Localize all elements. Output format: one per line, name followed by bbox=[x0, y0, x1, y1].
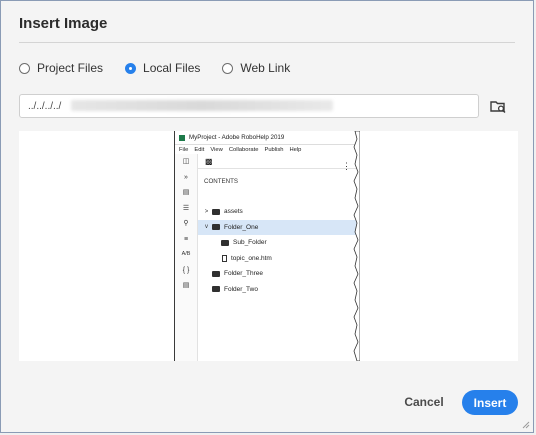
image-path-value: ../../../../ bbox=[28, 101, 62, 112]
tree-node: Folder_Two bbox=[198, 282, 360, 298]
preview-menu-file: File bbox=[179, 146, 189, 153]
app-icon bbox=[179, 134, 185, 141]
caret-right-icon: > bbox=[204, 208, 209, 215]
preview-toolbar: ▩ bbox=[198, 154, 360, 169]
radio-web-link-dot[interactable] bbox=[222, 62, 234, 74]
tree-node-label: Folder_Two bbox=[224, 285, 258, 293]
save-icon: ▩ bbox=[205, 156, 213, 166]
radio-local-files-dot[interactable] bbox=[125, 62, 137, 74]
preview-contents-header: CONTENTS bbox=[198, 169, 360, 185]
tree-node-label: Sub_Folder bbox=[233, 239, 267, 247]
folder-icon bbox=[221, 239, 229, 246]
preview-contents-label: CONTENTS bbox=[204, 178, 239, 185]
preview-main-pane: ▩ CONTENTS ⋮ > assets v Folder_One Sub_F… bbox=[198, 154, 360, 361]
ab-icon: A/B bbox=[181, 251, 191, 257]
radio-web-link-label: Web Link bbox=[240, 61, 291, 75]
folder-icon bbox=[212, 224, 220, 231]
toc-icon: ▤ bbox=[182, 189, 190, 196]
doc-icon: ▤ bbox=[182, 282, 190, 289]
folder-icon bbox=[212, 208, 220, 215]
caret-down-icon: v bbox=[205, 224, 208, 231]
preview-body: ◫ » ▤ ☰ ⚲ ≡ A/B { } ▤ ▩ CONTENTS ⋮ > ass… bbox=[175, 154, 360, 361]
source-radio-group: Project Files Local Files Web Link bbox=[19, 61, 312, 75]
browse-folder-icon[interactable] bbox=[490, 98, 506, 114]
radio-local-files-label: Local Files bbox=[143, 61, 201, 75]
tree-node-label: topic_one.htm bbox=[231, 254, 272, 262]
preview-menu-edit: Edit bbox=[194, 146, 205, 153]
insert-button[interactable]: Insert bbox=[462, 390, 518, 415]
double-chevron-icon: » bbox=[184, 173, 188, 181]
preview-window-title: MyProject - Adobe RoboHelp 2019 bbox=[175, 131, 360, 145]
preview-menu-bar: File Edit View Collaborate Publish Help bbox=[175, 145, 360, 154]
preview-menu-help: Help bbox=[289, 146, 302, 153]
preview-left-rail: ◫ » ▤ ☰ ⚲ ≡ A/B { } ▤ bbox=[175, 154, 198, 361]
folder-icon bbox=[212, 270, 220, 277]
radio-project-files-label: Project Files bbox=[37, 61, 104, 75]
preview-menu-publish: Publish bbox=[264, 146, 284, 153]
image-preview: MyProject - Adobe RoboHelp 2019 File Edi… bbox=[19, 131, 518, 361]
radio-project-files-dot[interactable] bbox=[19, 62, 30, 74]
tree-node: Folder_Three bbox=[198, 266, 360, 282]
insert-image-dialog: Insert Image Project Files Local Files W… bbox=[0, 0, 534, 433]
tree-node: > assets bbox=[198, 204, 360, 220]
tree-node-label: Folder_One bbox=[224, 223, 259, 231]
braces-icon: { } bbox=[182, 266, 190, 274]
radio-web-link[interactable]: Web Link bbox=[222, 61, 290, 75]
panel-icon: ◫ bbox=[182, 158, 190, 165]
preview-menu-collaborate: Collaborate bbox=[228, 146, 259, 153]
kebab-menu-icon: ⋮ bbox=[342, 161, 351, 171]
tree-node-selected: v Folder_One bbox=[198, 219, 360, 235]
preview-menu-view: View bbox=[210, 146, 223, 153]
file-icon bbox=[222, 254, 227, 262]
key-icon: ⚲ bbox=[183, 220, 189, 227]
preview-window-title-text: MyProject - Adobe RoboHelp 2019 bbox=[189, 134, 285, 141]
tree-node-label: Folder_Three bbox=[224, 270, 264, 278]
list-icon: ☰ bbox=[182, 204, 190, 212]
tree-node: Sub_Folder bbox=[198, 235, 360, 251]
title-divider bbox=[19, 42, 515, 43]
cancel-button[interactable]: Cancel bbox=[396, 390, 452, 414]
radio-local-files[interactable]: Local Files bbox=[125, 61, 200, 75]
torn-edge bbox=[353, 131, 360, 361]
tree-node: topic_one.htm bbox=[198, 251, 360, 267]
redacted-path-text bbox=[71, 100, 333, 111]
bullet-list-icon: ≡ bbox=[183, 235, 189, 243]
preview-screenshot: MyProject - Adobe RoboHelp 2019 File Edi… bbox=[174, 131, 360, 361]
resize-grip-icon[interactable] bbox=[522, 421, 530, 429]
folder-icon bbox=[212, 286, 220, 293]
tree-node-label: assets bbox=[224, 208, 243, 216]
radio-project-files[interactable]: Project Files bbox=[19, 61, 103, 75]
dialog-title: Insert Image bbox=[19, 15, 108, 32]
preview-file-tree: > assets v Folder_One Sub_Folder topic_o… bbox=[198, 204, 360, 297]
